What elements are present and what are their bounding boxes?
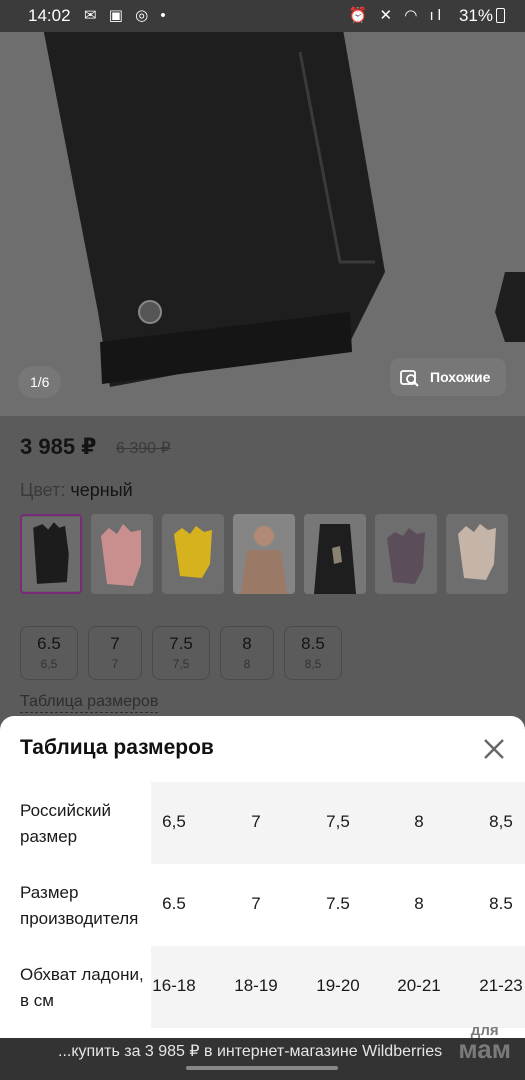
size-table-sheet: Таблица размеров Российский размер 6,5 7…	[0, 716, 525, 1038]
product-image-gallery[interactable]: 1/6 Похожие	[0, 32, 525, 416]
size-chip[interactable]: 7.5 7,5	[152, 626, 210, 680]
size-cell: 19-20	[316, 976, 360, 995]
color-swatch[interactable]	[375, 514, 437, 594]
model-thumbnail	[233, 514, 295, 594]
search-image-icon	[400, 370, 419, 387]
size-chip[interactable]: 8.5 8,5	[284, 626, 342, 680]
image-counter: 1/6	[18, 366, 62, 398]
watermark-logo: для мам	[458, 1023, 511, 1064]
current-price: 3 985 ₽	[20, 434, 97, 459]
size-row-palm-girth: Обхват ладони, в см 16-18 18-19 19-20 20…	[0, 946, 525, 1028]
size-cell: 8.5	[489, 894, 513, 913]
system-status-icons: ⏰ ✕ ◠ ıl	[348, 7, 445, 24]
color-swatches	[20, 514, 525, 596]
bottom-url-bar[interactable]: ...купить за 3 985 ₽ в интернет-магазине…	[0, 1038, 525, 1080]
row-label: Обхват ладони, в см	[20, 965, 144, 1010]
close-icon[interactable]	[481, 736, 507, 762]
size-chip-ru: 6,5	[40, 657, 58, 671]
size-cell: 18-19	[234, 976, 278, 995]
product-info: 3 985 ₽ 6 390 ₽ Цвет: черный 6.5 6,5 7 7…	[0, 416, 525, 716]
size-chip-ru: 8,5	[304, 657, 322, 671]
size-chip[interactable]: 7 7	[88, 626, 142, 680]
size-row-manufacturer: Размер производителя 6.5 7 7.5 8 8.5	[0, 864, 525, 946]
notification-icons: ✉ ▣ ◎ •	[84, 7, 170, 24]
row-label: Российский размер	[20, 801, 111, 846]
size-cell: 20-21	[397, 976, 441, 995]
status-time: 14:02	[28, 6, 71, 25]
row-label: Размер производителя	[20, 883, 139, 928]
old-price: 6 390 ₽	[116, 440, 171, 457]
sheet-title: Таблица размеров	[20, 736, 214, 759]
glove-thumbnail	[162, 514, 224, 594]
size-table-link[interactable]: Таблица размеров	[20, 693, 159, 713]
size-cell: 8	[414, 812, 424, 831]
battery-percent: 31%	[458, 6, 493, 25]
battery-icon	[496, 8, 505, 23]
status-bar: 14:02 ✉ ▣ ◎ • ⏰ ✕ ◠ ıl 31%	[0, 0, 525, 32]
similar-products-label: Похожие	[430, 369, 491, 385]
color-swatch[interactable]	[91, 514, 153, 594]
glove-thumbnail	[22, 516, 80, 592]
size-cell: 7,5	[326, 812, 350, 831]
size-chip-value: 8.5	[301, 634, 325, 653]
size-chip[interactable]: 6.5 6,5	[20, 626, 78, 680]
page-caption: ...купить за 3 985 ₽ в интернет-магазине…	[58, 1043, 443, 1060]
size-chip-ru: 7	[111, 657, 119, 671]
size-cell: 21-23	[479, 976, 523, 995]
row-cells: 6,5 7 7,5 8 8,5	[151, 782, 525, 864]
row-cells: 6.5 7 7.5 8 8.5	[151, 864, 525, 946]
color-swatch[interactable]	[20, 514, 82, 594]
color-line: Цвет: черный	[20, 480, 133, 501]
size-cell: 6.5	[162, 894, 186, 913]
size-cell: 7	[251, 894, 261, 913]
gesture-nav-handle[interactable]	[186, 1066, 338, 1070]
similar-products-button[interactable]: Похожие	[390, 358, 506, 396]
size-selector: 6.5 6,5 7 7 7.5 7,5 8 8 8.5 8,5	[20, 626, 520, 680]
row-cells: 16-18 18-19 19-20 20-21 21-23	[151, 946, 525, 1028]
size-cell: 7.5	[326, 894, 350, 913]
glove-thumbnail	[446, 514, 508, 594]
color-swatch[interactable]	[304, 514, 366, 594]
watermark-big: мам	[458, 1033, 511, 1064]
glove-thumbnail	[375, 514, 437, 594]
model-thumbnail	[304, 514, 366, 594]
size-cell: 7	[251, 812, 261, 831]
color-label: Цвет:	[20, 480, 66, 500]
color-value: черный	[70, 480, 133, 500]
size-chip-value: 7.5	[169, 634, 193, 653]
glove-image	[43, 32, 385, 387]
color-swatch[interactable]	[233, 514, 295, 594]
size-chip-value: 8	[242, 634, 252, 653]
size-cell: 8,5	[489, 812, 513, 831]
size-chip-ru: 7,5	[172, 657, 190, 671]
size-chip[interactable]: 8 8	[220, 626, 274, 680]
size-chip-ru: 8	[243, 657, 251, 671]
glove-thumbnail	[91, 514, 153, 594]
size-cell: 6,5	[162, 812, 186, 831]
size-chip-value: 7	[110, 634, 120, 653]
size-row-russian: Российский размер 6,5 7 7,5 8 8,5	[0, 782, 525, 864]
size-chip-value: 6.5	[37, 634, 61, 653]
size-cell: 8	[414, 894, 424, 913]
size-cell: 16-18	[152, 976, 196, 995]
color-swatch[interactable]	[162, 514, 224, 594]
color-swatch[interactable]	[446, 514, 508, 594]
